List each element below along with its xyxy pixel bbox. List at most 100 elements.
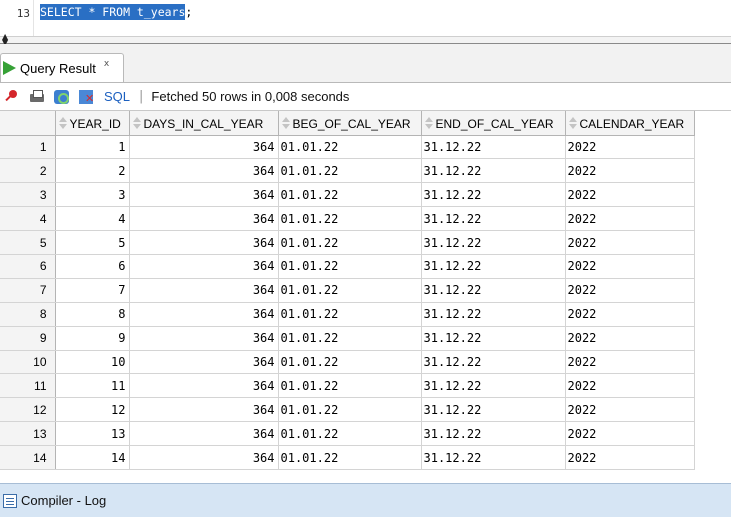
cell-year-id[interactable]: 2 — [55, 158, 130, 184]
cell-end-of-cal-year[interactable]: 31.12.22 — [421, 302, 566, 327]
cell-beg-of-cal-year[interactable]: 01.01.22 — [278, 158, 422, 184]
cell-calendar-year[interactable]: 2022 — [565, 158, 695, 184]
cell-calendar-year[interactable]: 2022 — [565, 421, 695, 447]
table-row[interactable]: 14 14 364 01.01.22 31.12.22 2022 — [0, 445, 695, 470]
tab-compiler-log[interactable]: Compiler - Log — [21, 493, 106, 508]
cell-days-in-cal-year[interactable]: 364 — [129, 206, 279, 232]
cell-calendar-year[interactable]: 2022 — [565, 302, 695, 327]
cell-beg-of-cal-year[interactable]: 01.01.22 — [278, 182, 422, 208]
results-grid[interactable]: YEAR_ID DAYS_IN_CAL_YEAR BEG_OF_CAL_YEAR… — [0, 110, 731, 483]
cell-beg-of-cal-year[interactable]: 01.01.22 — [278, 254, 422, 279]
cell-beg-of-cal-year[interactable]: 01.01.22 — [278, 421, 422, 447]
cell-year-id[interactable]: 13 — [55, 421, 130, 447]
table-row[interactable]: 4 4 364 01.01.22 31.12.22 2022 — [0, 206, 695, 232]
cell-end-of-cal-year[interactable]: 31.12.22 — [421, 326, 566, 351]
cell-days-in-cal-year[interactable]: 364 — [129, 326, 279, 351]
cell-year-id[interactable]: 4 — [55, 206, 130, 232]
sort-icon[interactable] — [132, 116, 141, 130]
cell-end-of-cal-year[interactable]: 31.12.22 — [421, 206, 566, 232]
cell-end-of-cal-year[interactable]: 31.12.22 — [421, 350, 566, 375]
column-header-year-id[interactable]: YEAR_ID — [55, 111, 130, 136]
cell-end-of-cal-year[interactable]: 31.12.22 — [421, 230, 566, 255]
print-icon[interactable] — [28, 89, 46, 105]
column-header-calendar-year[interactable]: CALENDAR_YEAR — [565, 111, 695, 136]
sort-icon[interactable] — [281, 116, 290, 130]
selected-sql-text[interactable]: SELECT * FROM t_years — [40, 4, 186, 20]
cell-year-id[interactable]: 8 — [55, 302, 130, 327]
cell-days-in-cal-year[interactable]: 364 — [129, 278, 279, 303]
cell-beg-of-cal-year[interactable]: 01.01.22 — [278, 326, 422, 351]
cell-calendar-year[interactable]: 2022 — [565, 230, 695, 255]
cell-days-in-cal-year[interactable]: 364 — [129, 350, 279, 375]
cell-calendar-year[interactable]: 2022 — [565, 397, 695, 423]
cell-year-id[interactable]: 11 — [55, 373, 130, 399]
cell-beg-of-cal-year[interactable]: 01.01.22 — [278, 206, 422, 232]
cell-end-of-cal-year[interactable]: 31.12.22 — [421, 135, 566, 160]
cell-calendar-year[interactable]: 2022 — [565, 373, 695, 399]
cell-end-of-cal-year[interactable]: 31.12.22 — [421, 373, 566, 399]
sql-link[interactable]: SQL — [104, 89, 130, 104]
cell-end-of-cal-year[interactable]: 31.12.22 — [421, 445, 566, 470]
cell-year-id[interactable]: 12 — [55, 397, 130, 423]
table-row[interactable]: 8 8 364 01.01.22 31.12.22 2022 — [0, 302, 695, 327]
cell-days-in-cal-year[interactable]: 364 — [129, 397, 279, 423]
cell-days-in-cal-year[interactable]: 364 — [129, 135, 279, 160]
cell-year-id[interactable]: 6 — [55, 254, 130, 279]
cell-days-in-cal-year[interactable]: 364 — [129, 182, 279, 208]
table-row[interactable]: 11 11 364 01.01.22 31.12.22 2022 — [0, 373, 695, 399]
cell-calendar-year[interactable]: 2022 — [565, 254, 695, 279]
cell-beg-of-cal-year[interactable]: 01.01.22 — [278, 135, 422, 160]
column-header-end-of-cal-year[interactable]: END_OF_CAL_YEAR — [421, 111, 566, 136]
cell-year-id[interactable]: 3 — [55, 182, 130, 208]
cell-beg-of-cal-year[interactable]: 01.01.22 — [278, 445, 422, 470]
column-header-beg-of-cal-year[interactable]: BEG_OF_CAL_YEAR — [278, 111, 422, 136]
sort-icon[interactable] — [424, 116, 433, 130]
cell-end-of-cal-year[interactable]: 31.12.22 — [421, 421, 566, 447]
table-row[interactable]: 1 1 364 01.01.22 31.12.22 2022 — [0, 135, 695, 160]
table-row[interactable]: 7 7 364 01.01.22 31.12.22 2022 — [0, 278, 695, 303]
cell-days-in-cal-year[interactable]: 364 — [129, 373, 279, 399]
cell-days-in-cal-year[interactable]: 364 — [129, 254, 279, 279]
sql-editor[interactable]: 13 SELECT * FROM t_years; — [0, 0, 731, 36]
table-row[interactable]: 10 10 364 01.01.22 31.12.22 2022 — [0, 350, 695, 375]
code-line[interactable]: SELECT * FROM t_years; — [40, 4, 192, 20]
close-tab-icon[interactable]: x — [104, 59, 109, 69]
delete-icon[interactable] — [78, 89, 96, 105]
cell-calendar-year[interactable]: 2022 — [565, 182, 695, 208]
refresh-icon[interactable] — [53, 89, 71, 105]
cell-calendar-year[interactable]: 2022 — [565, 326, 695, 351]
cell-year-id[interactable]: 9 — [55, 326, 130, 351]
cell-year-id[interactable]: 5 — [55, 230, 130, 255]
cell-beg-of-cal-year[interactable]: 01.01.22 — [278, 397, 422, 423]
table-row[interactable]: 6 6 364 01.01.22 31.12.22 2022 — [0, 254, 695, 279]
cell-calendar-year[interactable]: 2022 — [565, 278, 695, 303]
cell-end-of-cal-year[interactable]: 31.12.22 — [421, 278, 566, 303]
cell-calendar-year[interactable]: 2022 — [565, 135, 695, 160]
cell-calendar-year[interactable]: 2022 — [565, 445, 695, 470]
cell-end-of-cal-year[interactable]: 31.12.22 — [421, 254, 566, 279]
cell-days-in-cal-year[interactable]: 364 — [129, 158, 279, 184]
cell-year-id[interactable]: 1 — [55, 135, 130, 160]
cell-days-in-cal-year[interactable]: 364 — [129, 445, 279, 470]
cell-year-id[interactable]: 10 — [55, 350, 130, 375]
column-header-days-in-cal-year[interactable]: DAYS_IN_CAL_YEAR — [129, 111, 279, 136]
sort-icon[interactable] — [58, 116, 67, 130]
cell-beg-of-cal-year[interactable]: 01.01.22 — [278, 373, 422, 399]
table-row[interactable]: 12 12 364 01.01.22 31.12.22 2022 — [0, 397, 695, 423]
cell-days-in-cal-year[interactable]: 364 — [129, 230, 279, 255]
pin-icon[interactable] — [3, 89, 21, 105]
table-row[interactable]: 2 2 364 01.01.22 31.12.22 2022 — [0, 158, 695, 184]
cell-beg-of-cal-year[interactable]: 01.01.22 — [278, 278, 422, 303]
table-row[interactable]: 9 9 364 01.01.22 31.12.22 2022 — [0, 326, 695, 351]
cell-year-id[interactable]: 14 — [55, 445, 130, 470]
cell-end-of-cal-year[interactable]: 31.12.22 — [421, 397, 566, 423]
panel-splitter[interactable]: ▲ ▼ — [0, 33, 731, 47]
cell-beg-of-cal-year[interactable]: 01.01.22 — [278, 350, 422, 375]
table-row[interactable]: 3 3 364 01.01.22 31.12.22 2022 — [0, 182, 695, 208]
cell-end-of-cal-year[interactable]: 31.12.22 — [421, 182, 566, 208]
sort-icon[interactable] — [568, 116, 577, 130]
tab-query-result[interactable]: Query Result x — [0, 53, 124, 82]
cell-beg-of-cal-year[interactable]: 01.01.22 — [278, 230, 422, 255]
cell-year-id[interactable]: 7 — [55, 278, 130, 303]
cell-days-in-cal-year[interactable]: 364 — [129, 421, 279, 447]
